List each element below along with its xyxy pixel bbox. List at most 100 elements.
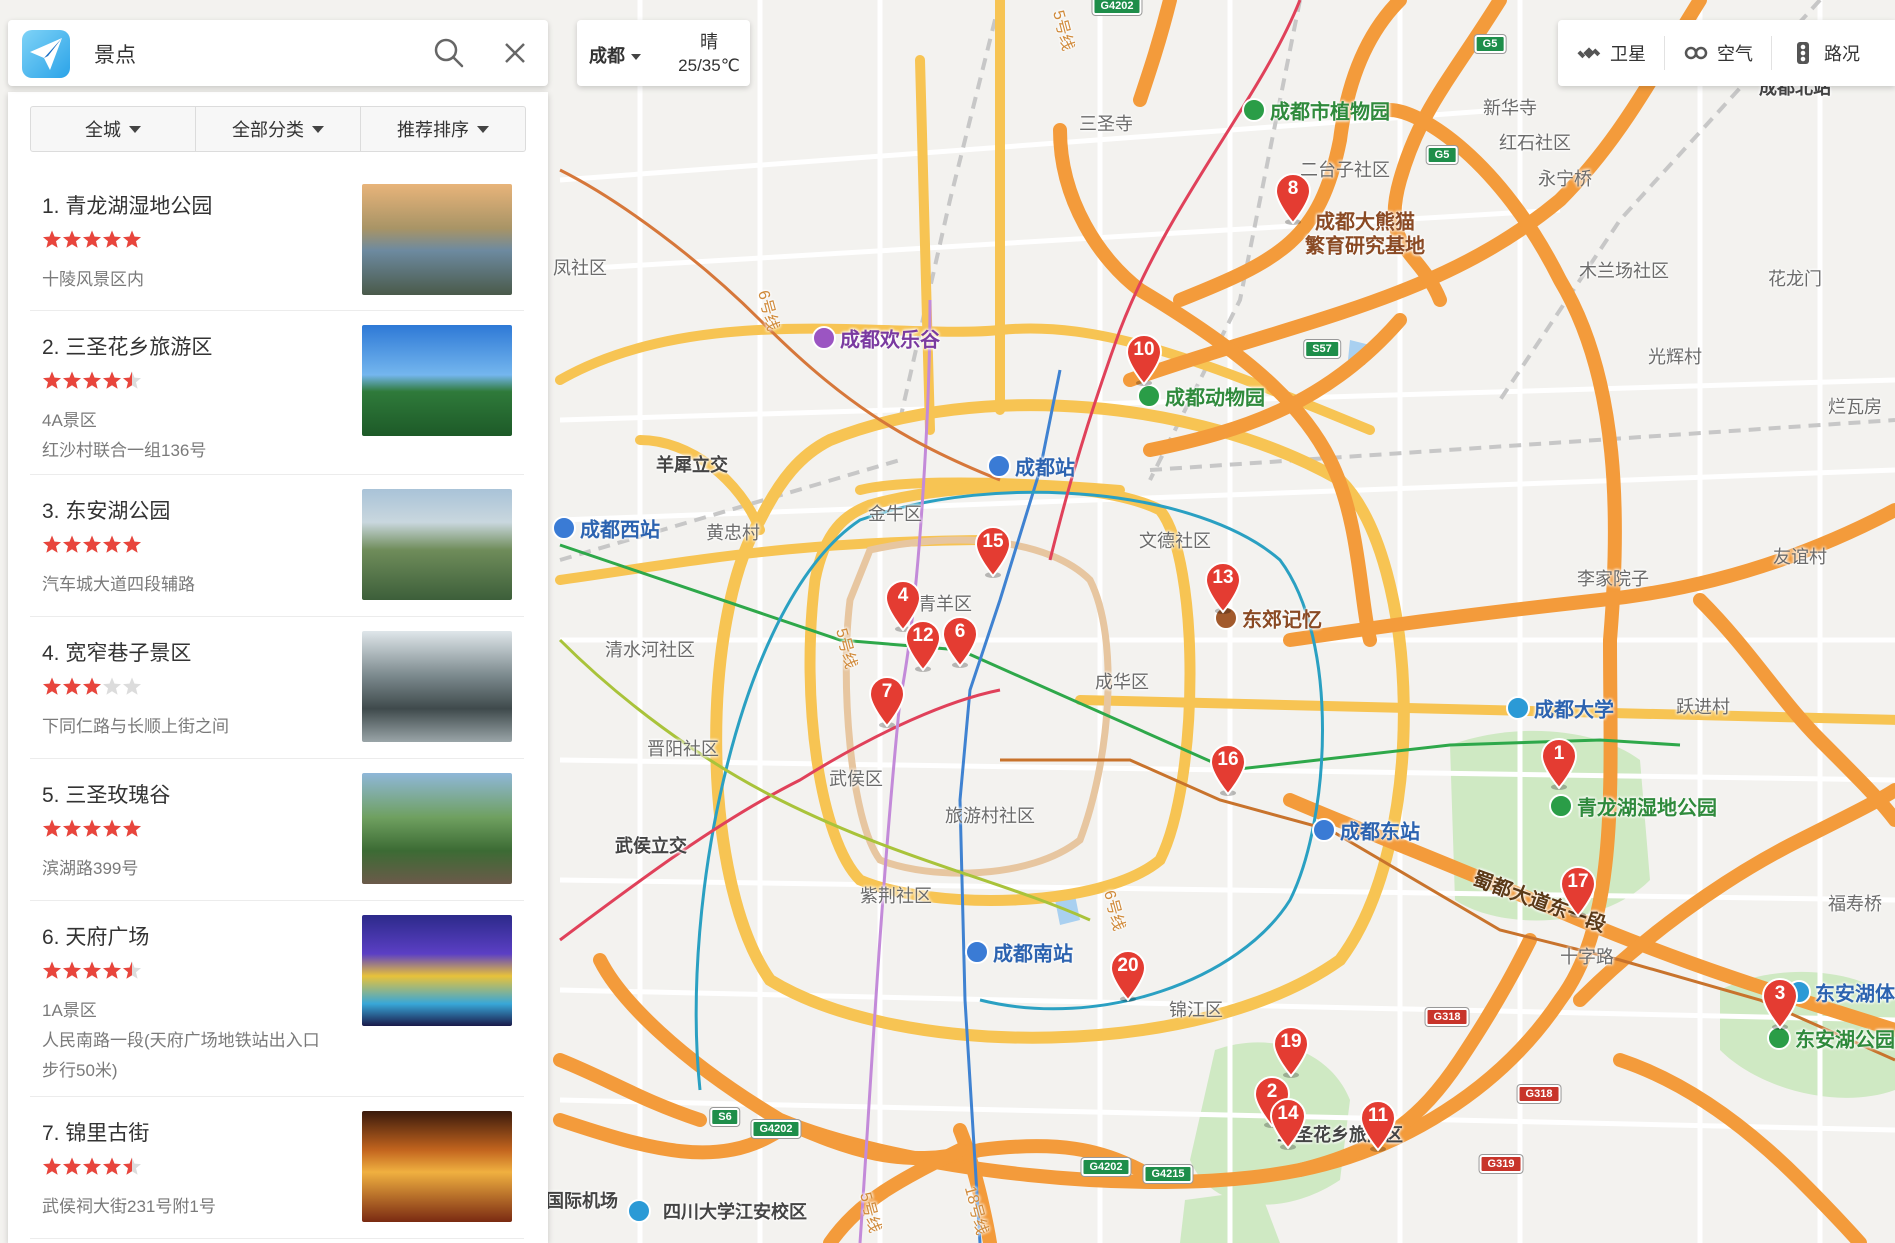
map-label-lvyoucun: 旅游村社区 bbox=[945, 806, 1035, 826]
result-detail: 滨湖路399号 bbox=[42, 859, 139, 878]
map-label-chengdunanzhan[interactable]: 成都南站 bbox=[993, 938, 1073, 967]
map-label-chengduxizhan[interactable]: 成都西站 bbox=[580, 514, 660, 543]
map-label-yongningqiao: 永宁桥 bbox=[1538, 169, 1592, 189]
poi-icon[interactable] bbox=[552, 516, 576, 540]
caret-down-icon bbox=[631, 54, 641, 61]
map-marker-20[interactable]: 20 bbox=[1107, 948, 1149, 1002]
poi-icon[interactable] bbox=[1312, 818, 1336, 842]
highway-shield: S6 bbox=[710, 1108, 740, 1126]
close-icon[interactable] bbox=[498, 36, 532, 70]
map-label-lijiayuanzi: 李家院子 bbox=[1577, 569, 1649, 589]
map-marker-6[interactable]: 6 bbox=[939, 614, 981, 668]
poi-icon[interactable] bbox=[965, 940, 989, 964]
result-item[interactable]: 1. 青龙湖湿地公园 十陵风景区内 bbox=[30, 170, 524, 311]
map-marker-16[interactable]: 16 bbox=[1207, 742, 1249, 796]
result-item[interactable]: 2. 三圣花乡旅游区 4A景区 红沙村联合一组136号 bbox=[30, 311, 524, 475]
result-thumbnail[interactable] bbox=[362, 773, 512, 884]
result-title[interactable]: 1. 青龙湖湿地公园 bbox=[42, 190, 212, 220]
poi-icon[interactable] bbox=[1549, 794, 1573, 818]
poi-icon[interactable] bbox=[987, 454, 1011, 478]
air-quality-layer-label: 空气 bbox=[1717, 44, 1753, 64]
result-title[interactable]: 6. 天府广场 bbox=[42, 921, 149, 951]
map-marker-14[interactable]: 14 bbox=[1267, 1096, 1309, 1150]
map-marker-7[interactable]: 7 bbox=[866, 674, 908, 728]
result-item[interactable]: 7. 锦里古街武侯祠大街231号附1号 bbox=[30, 1097, 524, 1239]
result-thumbnail[interactable] bbox=[362, 915, 512, 1026]
map-label-huangzhongcun: 黄忠村 bbox=[706, 523, 760, 543]
app-logo-icon bbox=[22, 30, 70, 78]
map-label-chengdudongzhan[interactable]: 成都东站 bbox=[1340, 816, 1420, 845]
traffic-layer-button[interactable]: 路况 bbox=[1772, 36, 1878, 70]
rating-stars bbox=[42, 677, 142, 699]
result-title[interactable]: 7. 锦里古街 bbox=[42, 1117, 149, 1147]
satellite-layer-label: 卫星 bbox=[1610, 44, 1646, 64]
filter-area-dropdown[interactable]: 全城 bbox=[31, 107, 196, 151]
result-thumbnail[interactable] bbox=[362, 325, 512, 436]
city-name: 成都 bbox=[589, 46, 625, 66]
poi-icon[interactable] bbox=[812, 326, 836, 350]
map-marker-1[interactable]: 1 bbox=[1538, 736, 1580, 790]
highway-shield: G4202 bbox=[1092, 0, 1142, 15]
highway-shield: S57 bbox=[1304, 340, 1340, 358]
city-selector[interactable]: 成都 bbox=[589, 42, 641, 68]
search-input[interactable] bbox=[92, 36, 416, 72]
map-label-wuhou: 武侯区 bbox=[829, 769, 883, 789]
map-label-donganhuti[interactable]: 东安湖体 bbox=[1815, 978, 1895, 1007]
result-thumbnail[interactable] bbox=[362, 631, 512, 742]
result-detail: 红沙村联合一组136号 bbox=[42, 441, 207, 460]
map-label-chengdu_zhiwuyuan[interactable]: 成都市植物园 bbox=[1270, 96, 1390, 125]
weather-widget: 成都 晴 25/35℃ bbox=[577, 20, 750, 86]
poi-icon[interactable] bbox=[627, 1199, 651, 1223]
search-bar bbox=[8, 20, 548, 86]
map-label-dongwuyuan[interactable]: 成都动物园 bbox=[1165, 382, 1265, 411]
map-label-wuhoulijiao: 武侯立交 bbox=[615, 836, 687, 856]
map-label-donganhu[interactable]: 东安湖公园 bbox=[1795, 1024, 1895, 1053]
satellite-layer-button[interactable]: 卫星 bbox=[1558, 36, 1665, 70]
map-marker-8[interactable]: 8 bbox=[1272, 171, 1314, 225]
result-detail: 武侯祠大街231号附1号 bbox=[42, 1197, 216, 1216]
map-marker-17[interactable]: 17 bbox=[1557, 864, 1599, 918]
map-label-chenghua: 成华区 bbox=[1095, 672, 1149, 692]
poi-icon[interactable] bbox=[1242, 98, 1266, 122]
map-label-wende: 文德社区 bbox=[1139, 531, 1211, 551]
map-marker-13[interactable]: 13 bbox=[1202, 560, 1244, 614]
map-label-hualongmen: 花龙门 bbox=[1768, 269, 1822, 289]
air-quality-layer-button[interactable]: 空气 bbox=[1665, 36, 1772, 70]
filter-category-dropdown[interactable]: 全部分类 bbox=[196, 107, 361, 151]
map-label-chengduzhan[interactable]: 成都站 bbox=[1015, 452, 1075, 481]
filter-sort-label: 推荐排序 bbox=[397, 120, 469, 140]
map-label-hongshi: 红石社区 bbox=[1499, 133, 1571, 153]
result-item[interactable]: 6. 天府广场 1A景区 人民南路一段(天府广场地铁站出入口 步行50米) bbox=[30, 901, 524, 1097]
result-item[interactable]: 3. 东安湖公园 汽车城大道四段辅路 bbox=[30, 475, 524, 617]
map-label-shizilu: 十字路 bbox=[1560, 947, 1614, 967]
map-label-huanlegu[interactable]: 成都欢乐谷 bbox=[840, 324, 940, 353]
result-item[interactable]: 5. 三圣玫瑰谷滨湖路399号 bbox=[30, 759, 524, 901]
map-marker-15[interactable]: 15 bbox=[972, 524, 1014, 578]
map-marker-3[interactable]: 3 bbox=[1759, 976, 1801, 1030]
map-marker-11[interactable]: 11 bbox=[1357, 1098, 1399, 1152]
satellite-icon bbox=[1577, 47, 1601, 59]
map-label-dongjiao[interactable]: 东郊记忆 bbox=[1242, 604, 1322, 633]
result-thumbnail[interactable] bbox=[362, 184, 512, 295]
filter-sort-dropdown[interactable]: 推荐排序 bbox=[361, 107, 525, 151]
poi-icon[interactable] bbox=[1506, 696, 1530, 720]
result-title[interactable]: 4. 宽窄巷子景区 bbox=[42, 637, 191, 667]
map-label-sichuandaxue[interactable]: 四川大学江安校区 bbox=[663, 1198, 807, 1224]
result-thumbnail[interactable] bbox=[362, 1111, 512, 1222]
result-title[interactable]: 5. 三圣玫瑰谷 bbox=[42, 779, 170, 809]
poi-icon[interactable] bbox=[1137, 384, 1161, 408]
map-marker-12[interactable]: 12 bbox=[902, 618, 944, 672]
map-label-qingshuihe: 清水河社区 bbox=[605, 640, 695, 660]
map-label-qinglonghu[interactable]: 青龙湖湿地公园 bbox=[1577, 792, 1717, 821]
result-title[interactable]: 2. 三圣花乡旅游区 bbox=[42, 331, 212, 361]
results-panel: 全城 全部分类 推荐排序 1. 青龙湖湿地公园 十陵风景区内 2. 三圣花乡旅游区 4… bbox=[8, 92, 548, 1243]
result-title[interactable]: 3. 东安湖公园 bbox=[42, 495, 170, 525]
map-label-qingyang: 青羊区 bbox=[918, 594, 972, 614]
map-marker-10[interactable]: 10 bbox=[1123, 332, 1165, 386]
result-thumbnail[interactable] bbox=[362, 489, 512, 600]
result-item[interactable]: 4. 宽窄巷子景区 下同仁路与长顺上街之间 bbox=[30, 617, 524, 759]
rating-stars bbox=[42, 819, 142, 841]
search-icon[interactable] bbox=[432, 36, 466, 70]
map-label-chengdudaxue[interactable]: 成都大学 bbox=[1534, 694, 1614, 723]
map-marker-19[interactable]: 19 bbox=[1270, 1024, 1312, 1078]
